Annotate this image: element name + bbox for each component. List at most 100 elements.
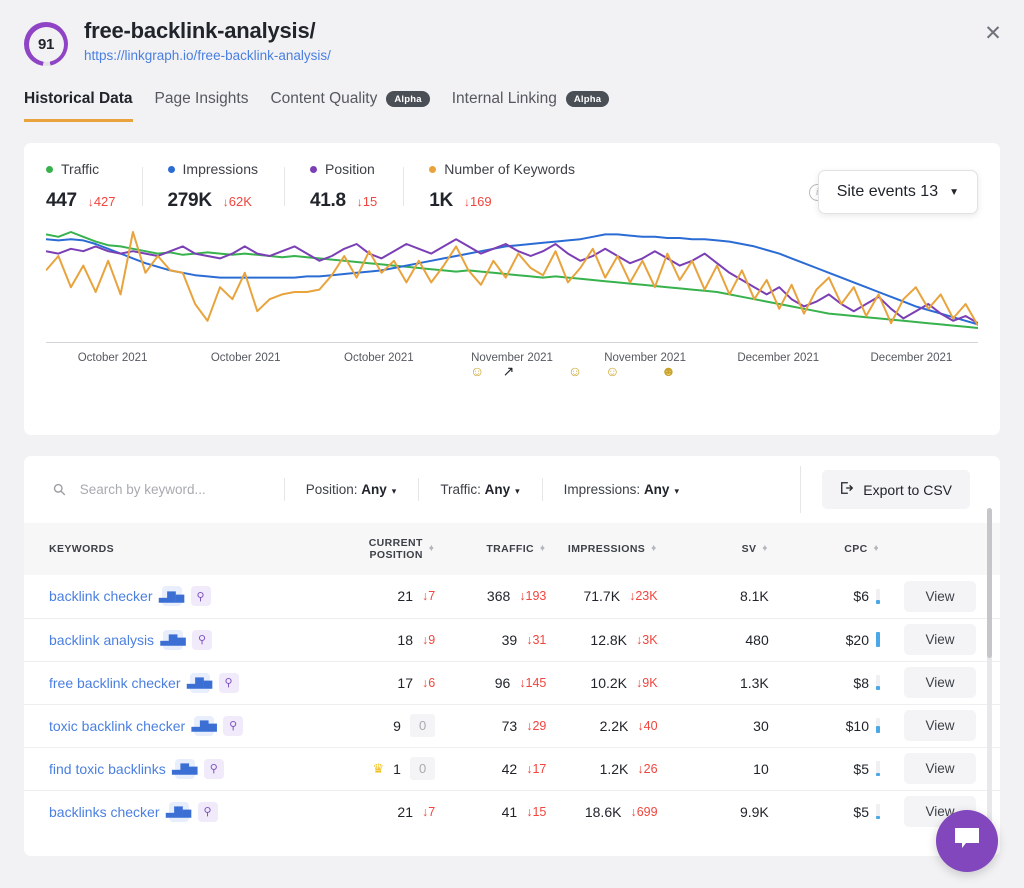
metric-value-row: 279K ↓62K [168,190,258,212]
search-icon[interactable]: ⚲ [192,629,213,650]
chat-bubble-icon [953,826,981,857]
sort-icon[interactable]: ▲ ▼ [428,544,435,553]
cell-keyword: toxic backlink checker ▃▇▅ ⚲ [24,704,324,748]
sort-icon[interactable]: ▲ ▼ [539,544,546,553]
tab-label: Internal Linking [451,90,557,107]
cpc-bar-indicator [876,804,880,820]
table-scrollbar[interactable] [987,508,992,856]
table-row: backlink analysis ▃▇▅ ⚲ 18 ↓9 39 ↓31 12.8K ↓3K 48… [24,618,1000,662]
event-emoji-icon[interactable]: ☺ [470,364,484,378]
cell-traffic: 368 ↓193 [435,575,547,619]
bar-chart-icon[interactable]: ▃▇▅ [159,586,184,607]
cpc-value: $6 [853,588,869,605]
cell-impressions: 1.2K ↓26 [546,747,658,791]
traffic-value: 41 [501,803,518,820]
column-header-label: CURRENT POSITION [368,537,423,561]
cell-actions: View [880,661,1000,705]
cell-cpc: $20 [768,618,880,662]
site-events-dropdown[interactable]: Site events 13 ▼ [817,170,978,214]
keyword-link[interactable]: free backlink checker [49,675,181,691]
tab-label: Content Quality [270,90,378,107]
column-header-cpc[interactable]: CPC ▲ ▼ [768,523,880,575]
view-button[interactable]: View [904,624,976,655]
traffic-value: 73 [501,717,518,734]
metric-label: Traffic [46,161,116,177]
bar-chart-icon[interactable]: ▃▇▅ [187,672,212,693]
column-header-actions [880,523,1000,575]
search-icon[interactable]: ⚲ [223,715,244,736]
sort-icon[interactable]: ▲ ▼ [650,544,657,553]
view-button[interactable]: View [904,710,976,741]
sort-icon[interactable]: ▲ ▼ [873,544,880,553]
tab-content-quality[interactable]: Content Quality Alpha [270,90,430,122]
search-icon[interactable]: ⚲ [203,758,224,779]
event-emoji-icon[interactable]: ☺ [605,364,619,378]
bar-chart-icon[interactable]: ▃▇▅ [166,801,191,822]
view-button[interactable]: View [904,667,976,698]
bar-chart-icon[interactable]: ▃▇▅ [191,715,217,736]
search-icon[interactable]: ⚲ [190,586,211,607]
bar-chart-icon[interactable]: ▃▇▅ [160,629,186,650]
filter-label: Impressions: [563,482,641,497]
tab-page-insights[interactable]: Page Insights [155,90,249,122]
column-header-impressions[interactable]: IMPRESSIONS ▲ ▼ [546,523,658,575]
export-area: Export to CSV [800,466,984,513]
cell-traffic: 42 ↓17 [435,747,547,791]
tab-historical-data[interactable]: Historical Data [24,90,133,122]
keyword-link[interactable]: toxic backlink checker [49,718,185,734]
metric-value-row: 1K ↓169 [429,190,575,212]
tab-label: Page Insights [154,90,249,107]
cell-actions: View [880,747,1000,791]
cpc-value: $10 [845,717,869,734]
column-header-label: CPC [844,543,868,555]
page-url-link[interactable]: https://linkgraph.io/free-backlink-analy… [84,48,331,63]
cpc-value: $8 [853,674,869,691]
metric-label-text: Position [324,161,375,177]
chevron-down-icon: ▾ [391,486,397,496]
column-header-current-position[interactable]: CURRENT POSITION ▲ ▼ [324,523,436,575]
column-header-traffic[interactable]: TRAFFIC ▲ ▼ [435,523,547,575]
event-arrow-icon[interactable]: ↗ [503,364,515,378]
cell-current-position: ♛ 1 0 [324,747,436,791]
cell-impressions: 71.7K ↓23K [546,575,658,619]
sort-icon[interactable]: ▲ ▼ [761,544,768,553]
tab-internal-linking[interactable]: Internal Linking Alpha [452,90,610,122]
search-icon[interactable]: ⚲ [197,801,218,822]
bar-chart-icon[interactable]: ▃▇▅ [172,758,197,779]
metric-delta: ↓15 [357,194,377,209]
cpc-bar-indicator [876,588,880,604]
filter-impressions[interactable]: Impressions: Any ▾ [541,478,701,501]
metric-label: Number of Keywords [429,161,575,177]
x-axis-tick-label: November 2021 [604,352,687,364]
x-axis-tick-label: December 2021 [870,352,953,364]
keyword-link[interactable]: backlinks checker [49,804,160,820]
event-emoji-icon[interactable]: ☺ [568,364,582,378]
column-header-sv[interactable]: SV ▲ ▼ [657,523,769,575]
view-button[interactable]: View [904,753,976,784]
export-csv-button[interactable]: Export to CSV [822,470,970,509]
keywords-table: KEYWORDS CURRENT POSITION ▲ ▼ TRAFFIC ▲ ▼ IMPRE… [24,523,1000,833]
cell-current-position: 90 [324,704,436,748]
cpc-value: $5 [853,803,869,820]
keyword-link[interactable]: backlink checker [49,588,153,604]
search-input[interactable] [79,482,270,497]
filter-traffic[interactable]: Traffic: Any ▾ [418,478,541,501]
filter-position[interactable]: Position: Any ▾ [283,478,419,501]
cpc-bar-indicator [876,675,880,690]
chart-svg [46,220,978,340]
chart-event-markers: ☺ ↗ ☺ ☺ ☻ [46,364,978,390]
page-score-value: 91 [28,26,64,62]
view-button[interactable]: View [904,580,976,612]
search-icon[interactable]: ⚲ [218,672,239,693]
close-button[interactable]: ✕ [978,18,1008,48]
table-head: KEYWORDS CURRENT POSITION ▲ ▼ TRAFFIC ▲ ▼ IMPRE… [24,523,1000,575]
chat-widget-button[interactable] [936,810,998,872]
traffic-value: 39 [501,631,518,648]
cell-cpc: $6 [768,575,880,619]
cell-impressions: 12.8K ↓3K [546,618,658,662]
keyword-link[interactable]: find toxic backlinks [49,761,166,777]
event-emoji-icon[interactable]: ☻ [661,364,676,378]
keyword-link[interactable]: backlink analysis [49,632,154,648]
historical-chart-card: Traffic 447 ↓427 Impressions 279K ↓62K Positio… [24,143,1000,435]
table-scrollbar-thumb[interactable] [987,508,992,658]
